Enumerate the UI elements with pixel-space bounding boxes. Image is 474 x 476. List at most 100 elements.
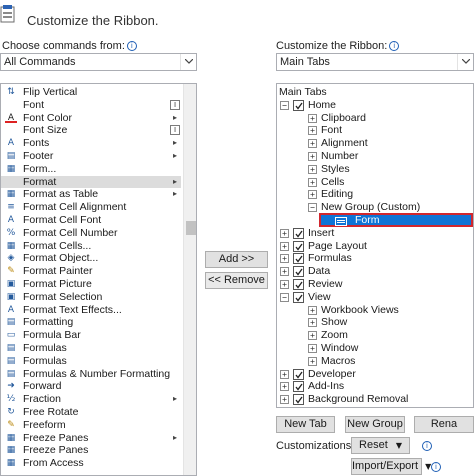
command-item[interactable]: ▤ Formulas [1, 355, 181, 368]
info-icon[interactable]: i [389, 41, 400, 51]
command-item[interactable]: A Font Color ▸ [1, 112, 181, 125]
command-item[interactable]: ≡ Format Cell Alignment [1, 201, 181, 214]
expand-icon[interactable]: + [280, 254, 289, 264]
expand-icon[interactable]: + [308, 164, 317, 174]
new-tab-button[interactable]: New Tab [276, 416, 335, 433]
tab-item[interactable]: + Formulas [277, 252, 473, 265]
command-item[interactable]: ▣ Format Selection [1, 291, 181, 304]
command-item[interactable]: Font Size I [1, 124, 181, 137]
checkbox[interactable] [293, 381, 304, 393]
expand-icon[interactable]: + [280, 382, 289, 392]
tab-item[interactable]: + Insert [277, 227, 473, 240]
tab-item[interactable]: + Data [277, 265, 473, 278]
group-item[interactable]: + Window [277, 342, 473, 355]
command-item[interactable]: ▦ Form... [1, 163, 181, 176]
expand-icon[interactable]: + [308, 331, 317, 341]
command-item[interactable]: ▦ From Access [1, 457, 181, 470]
tab-item[interactable]: + Developer [277, 368, 473, 381]
expand-icon[interactable]: + [308, 126, 317, 136]
expand-icon[interactable]: + [280, 228, 289, 238]
customize-ribbon-dropdown[interactable]: Main Tabs [276, 53, 474, 71]
group-item[interactable]: + Show [277, 316, 473, 329]
group-item[interactable]: + Number [277, 150, 473, 163]
new-group-button[interactable]: New Group [345, 416, 405, 433]
group-item[interactable]: + Zoom [277, 329, 473, 342]
command-item[interactable]: ▭ Formula Bar [1, 329, 181, 342]
command-item[interactable]: Format ▸ [1, 175, 181, 189]
expand-icon[interactable]: + [308, 139, 317, 149]
expand-icon[interactable]: + [308, 113, 317, 123]
command-item[interactable]: ▦ Freeze Panes ▸ [1, 432, 181, 445]
group-item[interactable]: + Cells [277, 176, 473, 189]
command-item[interactable]: ⇅ Flip Vertical [1, 86, 181, 99]
command-item[interactable]: A Format Text Effects... [1, 304, 181, 317]
command-item[interactable]: ½ Fraction ▸ [1, 393, 181, 406]
checkbox[interactable] [293, 240, 304, 252]
command-item[interactable]: ▦ Freeze Panes [1, 444, 181, 457]
tab-item[interactable]: + Background Removal [277, 393, 473, 406]
command-item[interactable]: ◈ Format Object... [1, 252, 181, 265]
checkbox[interactable] [293, 394, 304, 406]
command-item[interactable]: ▦ Format Cells... [1, 240, 181, 253]
group-item[interactable]: + Styles [277, 163, 473, 176]
command-item[interactable]: ✎ Freeform [1, 419, 181, 432]
tab-item[interactable]: + Add-Ins [277, 380, 473, 393]
rename-button[interactable]: Rena [414, 416, 474, 433]
command-item[interactable]: Font I [1, 99, 181, 112]
expand-icon[interactable]: + [280, 241, 289, 251]
expand-icon[interactable]: + [308, 344, 317, 353]
chevron-down-icon[interactable] [180, 54, 196, 70]
checkbox[interactable] [293, 368, 304, 380]
command-item[interactable]: ▦ Format as Table ▸ [1, 188, 181, 201]
import-export-button[interactable]: Import/Export ▼ [351, 458, 431, 475]
checkbox[interactable] [293, 279, 304, 290]
reset-button[interactable]: Reset ▼ [351, 437, 410, 454]
group-item[interactable]: + Editing [277, 188, 473, 201]
command-item[interactable]: % Format Cell Number [1, 227, 181, 240]
expand-icon[interactable]: + [280, 395, 289, 405]
command-item[interactable]: ▤ Formulas & Number Formatting [1, 368, 181, 381]
command-item[interactable]: A Fonts ▸ [1, 137, 181, 150]
group-item[interactable]: + Font [277, 124, 473, 137]
group-item[interactable]: + Alignment [277, 137, 473, 150]
tab-item[interactable]: − View [277, 291, 473, 304]
commands-scrollbar[interactable] [183, 84, 196, 475]
expand-icon[interactable]: + [308, 356, 317, 366]
collapse-icon[interactable]: − [308, 203, 317, 213]
group-item[interactable]: + Macros [277, 355, 473, 368]
info-icon[interactable]: i [422, 441, 432, 451]
chevron-down-icon[interactable] [457, 54, 473, 70]
command-item[interactable]: A Format Cell Font [1, 214, 181, 227]
expand-icon[interactable]: + [308, 190, 317, 200]
info-icon[interactable]: i [126, 41, 137, 51]
command-item[interactable]: ↻ Free Rotate [1, 406, 181, 419]
collapse-icon[interactable]: − [280, 100, 289, 110]
scroll-thumb[interactable] [186, 221, 196, 235]
tab-item[interactable]: + Page Layout [277, 240, 473, 253]
collapse-icon[interactable]: − [280, 292, 289, 302]
expand-icon[interactable]: + [280, 280, 289, 289]
form-command-item[interactable]: Form [277, 213, 473, 227]
expand-icon[interactable]: + [308, 152, 317, 161]
checkbox[interactable] [293, 266, 304, 278]
checkbox[interactable] [293, 253, 304, 265]
command-item[interactable]: ➜ Forward [1, 380, 181, 393]
checkbox[interactable] [293, 99, 304, 111]
command-item[interactable]: ▤ Footer ▸ [1, 150, 181, 163]
expand-icon[interactable]: + [280, 267, 289, 277]
form-selection-highlight[interactable]: Form [319, 213, 473, 227]
remove-button[interactable]: << Remove [205, 272, 268, 289]
expand-icon[interactable]: + [280, 369, 289, 379]
ribbon-tree[interactable]: Main Tabs − Home + Clipboard + Font + Alignment +… [276, 83, 474, 408]
info-icon[interactable]: i [431, 462, 441, 472]
command-item[interactable]: ▤ Formatting [1, 316, 181, 329]
commands-list[interactable]: ⇅ Flip Vertical Font I A Font Color ▸ Font Size… [0, 83, 197, 476]
choose-commands-dropdown[interactable]: All Commands [0, 53, 197, 71]
expand-icon[interactable]: + [308, 305, 317, 315]
tab-home[interactable]: − Home [277, 99, 473, 112]
add-button[interactable]: Add >> [205, 251, 268, 268]
group-item[interactable]: + Workbook Views [277, 304, 473, 317]
tab-item[interactable]: + Review [277, 278, 473, 291]
checkbox[interactable] [293, 227, 304, 239]
expand-icon[interactable]: + [308, 318, 317, 328]
